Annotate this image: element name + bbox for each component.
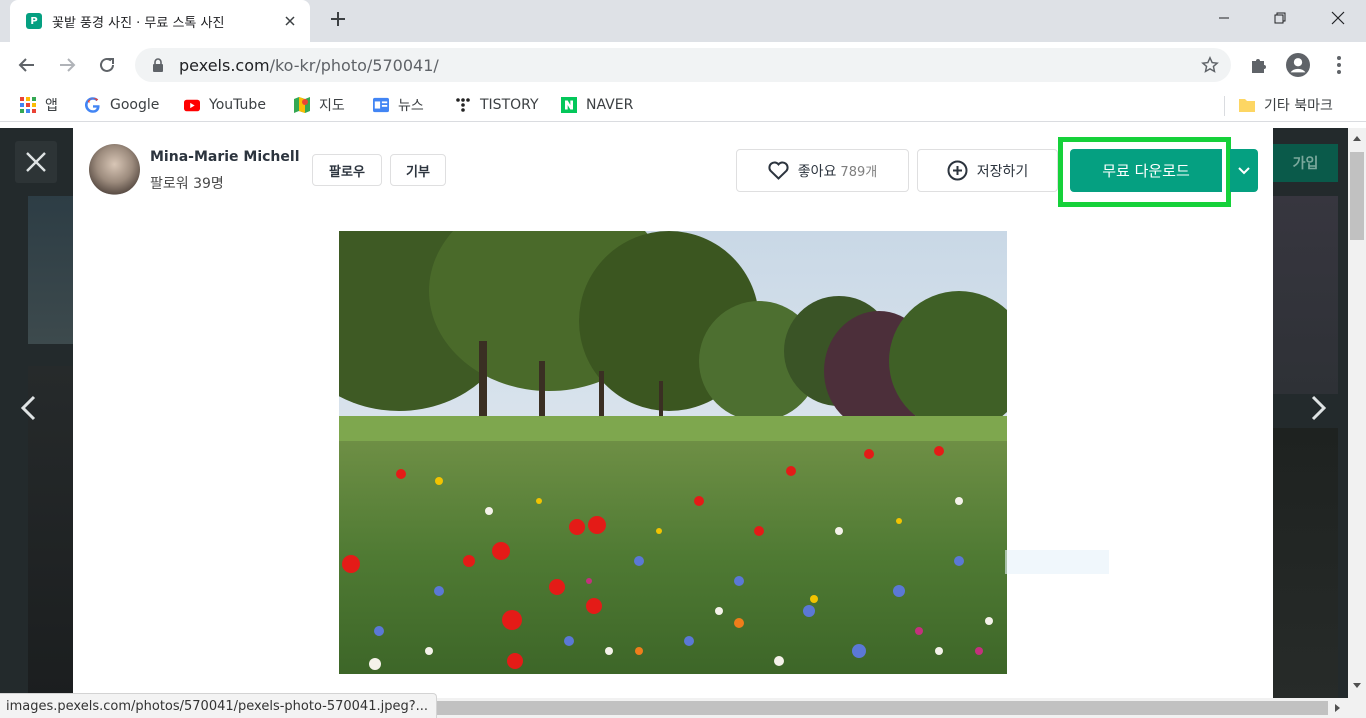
save-button[interactable]: 저장하기 bbox=[917, 149, 1058, 192]
bookmark-label: NAVER bbox=[586, 97, 634, 113]
window-close-button[interactable] bbox=[1314, 0, 1362, 36]
tab-strip: P 꽃밭 풍경 사진 · 무료 스톡 사진 bbox=[0, 0, 1366, 42]
like-button[interactable]: 좋아요 789개 bbox=[736, 149, 909, 192]
page-viewport: 가입 Mina-Marie Michell 팔로워 39명 팔로우 기부 좋아요… bbox=[0, 128, 1348, 698]
other-bookmarks-label: 기타 북마크 bbox=[1264, 98, 1333, 114]
bookmark-tistory[interactable]: TISTORY bbox=[455, 95, 539, 115]
like-label: 좋아요 bbox=[797, 163, 837, 180]
profile-avatar-icon[interactable] bbox=[1286, 53, 1310, 77]
tab-title: 꽃밭 풍경 사진 · 무료 스톡 사진 bbox=[52, 15, 225, 31]
bookmark-label: TISTORY bbox=[480, 97, 539, 113]
chevron-right-icon bbox=[1311, 395, 1327, 421]
maps-icon bbox=[294, 97, 310, 113]
chevron-left-icon bbox=[20, 395, 36, 421]
chevron-down-icon bbox=[1238, 166, 1250, 174]
author-name[interactable]: Mina-Marie Michell bbox=[150, 149, 300, 165]
background-photo-right bbox=[1273, 196, 1338, 394]
folder-icon bbox=[1239, 97, 1255, 113]
bookmarks-separator bbox=[1224, 96, 1225, 116]
scroll-down-icon[interactable] bbox=[1349, 678, 1365, 694]
pexels-favicon-icon: P bbox=[26, 13, 42, 29]
join-button[interactable]: 가입 bbox=[1273, 144, 1338, 182]
previous-photo-button[interactable] bbox=[13, 393, 43, 423]
follow-button[interactable]: 팔로우 bbox=[312, 154, 382, 186]
bookmark-naver[interactable]: NAVER bbox=[561, 95, 633, 115]
lock-icon bbox=[153, 58, 163, 72]
bookmark-youtube[interactable]: YouTube bbox=[184, 95, 266, 115]
bookmark-label: YouTube bbox=[209, 97, 266, 113]
url-text: pexels.com/ko-kr/photo/570041/ bbox=[179, 55, 439, 75]
google-icon bbox=[85, 97, 101, 113]
bookmark-label: 앱 bbox=[45, 98, 58, 114]
extensions-puzzle-icon[interactable] bbox=[1247, 53, 1271, 77]
apps-grid-icon bbox=[20, 97, 36, 113]
like-count: 789개 bbox=[840, 165, 878, 180]
naver-icon bbox=[561, 97, 577, 113]
vertical-scroll-thumb[interactable] bbox=[1350, 152, 1364, 240]
news-icon bbox=[373, 97, 389, 113]
vertical-scrollbar[interactable] bbox=[1348, 128, 1366, 698]
bookmark-label: 뉴스 bbox=[398, 98, 424, 114]
forward-arrow-icon bbox=[60, 58, 76, 72]
scroll-up-icon[interactable] bbox=[1349, 130, 1365, 146]
bookmark-label: Google bbox=[110, 97, 160, 113]
forward-button[interactable] bbox=[51, 49, 83, 81]
bookmark-apps[interactable]: 앱 bbox=[20, 95, 58, 115]
tistory-icon bbox=[455, 97, 471, 113]
background-photo-left bbox=[28, 196, 73, 344]
youtube-icon bbox=[184, 97, 200, 113]
address-bar[interactable]: pexels.com/ko-kr/photo/570041/ bbox=[135, 48, 1231, 82]
chrome-menu-icon[interactable] bbox=[1327, 53, 1351, 77]
close-icon bbox=[26, 152, 46, 172]
other-bookmarks[interactable]: 기타 북마크 bbox=[1239, 95, 1333, 115]
bookmark-google[interactable]: Google bbox=[85, 95, 159, 115]
save-label: 저장하기 bbox=[976, 163, 1029, 180]
author-avatar[interactable] bbox=[89, 144, 140, 195]
modal-close-button[interactable] bbox=[15, 141, 57, 183]
donate-button[interactable]: 기부 bbox=[390, 154, 446, 186]
bookmarks-bar: 앱 Google YouTube 지도 뉴스 TISTORY NAVER 기타 … bbox=[0, 88, 1366, 122]
download-options-button[interactable] bbox=[1230, 149, 1258, 192]
reload-button[interactable] bbox=[91, 49, 123, 81]
free-download-button[interactable]: 무료 다운로드 bbox=[1070, 149, 1222, 192]
reload-icon bbox=[100, 57, 114, 72]
background-photo-right-lower bbox=[1273, 428, 1338, 698]
photo-modal: Mina-Marie Michell 팔로워 39명 팔로우 기부 좋아요 78… bbox=[73, 128, 1273, 698]
bookmark-label: 지도 bbox=[319, 98, 345, 114]
bookmark-maps[interactable]: 지도 bbox=[294, 95, 345, 115]
photo-glare bbox=[1005, 550, 1109, 574]
author-followers: 팔로워 39명 bbox=[150, 176, 224, 192]
heart-icon bbox=[768, 160, 790, 182]
tab-close-icon[interactable] bbox=[282, 13, 298, 29]
status-bar-url: images.pexels.com/photos/570041/pexels-p… bbox=[0, 693, 438, 718]
bookmark-news[interactable]: 뉴스 bbox=[373, 95, 424, 115]
new-tab-button[interactable] bbox=[326, 10, 350, 34]
add-circle-icon bbox=[947, 160, 969, 182]
main-photo[interactable] bbox=[339, 231, 1007, 674]
back-button[interactable] bbox=[11, 49, 43, 81]
bookmark-star-icon[interactable] bbox=[1201, 56, 1219, 74]
restore-button[interactable] bbox=[1256, 0, 1304, 36]
next-photo-button[interactable] bbox=[1304, 393, 1334, 423]
back-arrow-icon bbox=[18, 58, 34, 72]
browser-tab[interactable]: P 꽃밭 풍경 사진 · 무료 스톡 사진 bbox=[10, 0, 310, 42]
minimize-button[interactable] bbox=[1200, 0, 1248, 36]
browser-toolbar: pexels.com/ko-kr/photo/570041/ bbox=[0, 42, 1366, 88]
scroll-right-icon[interactable] bbox=[1330, 700, 1346, 716]
